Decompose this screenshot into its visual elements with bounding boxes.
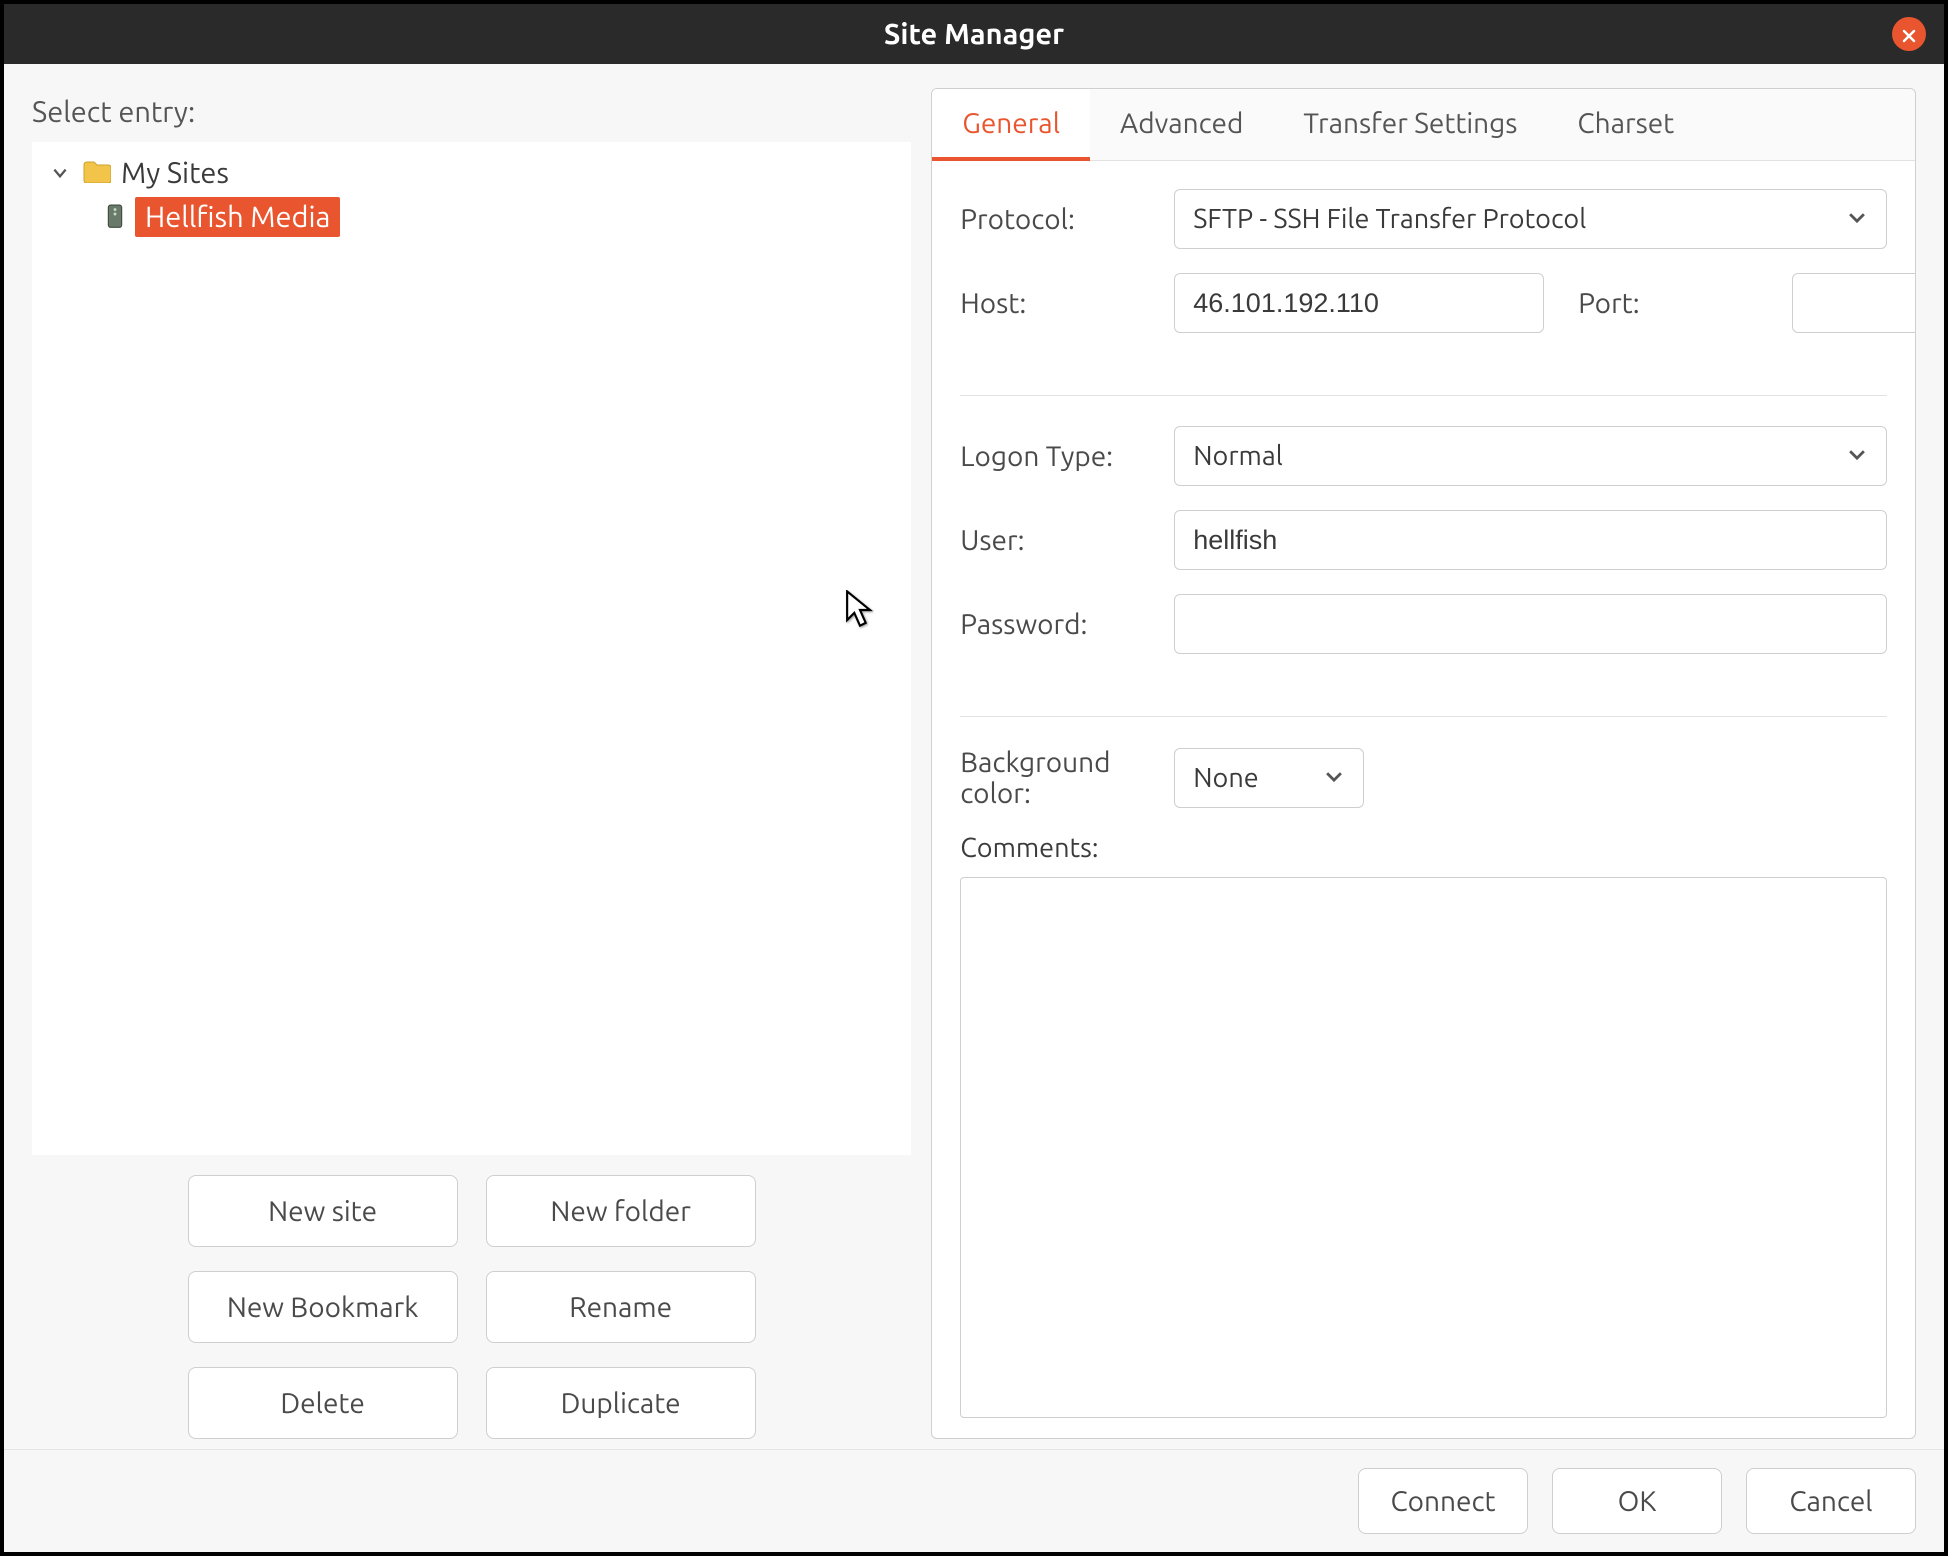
entry-buttons: New site New folder New Bookmark Rename … (32, 1175, 911, 1439)
tree-root-my-sites[interactable]: My Sites (39, 153, 904, 193)
tab-charset[interactable]: Charset (1547, 89, 1704, 161)
tab-transfer-settings[interactable]: Transfer Settings (1273, 89, 1547, 161)
host-port-row: Host: Port: (960, 273, 1887, 333)
tab-general[interactable]: General (932, 89, 1090, 161)
new-bookmark-button[interactable]: New Bookmark (188, 1271, 458, 1343)
site-tree[interactable]: My Sites Hellfish Media (32, 142, 911, 1155)
tree-item-label: Hellfish Media (135, 197, 340, 237)
comments-textarea[interactable] (960, 877, 1887, 1418)
user-row: User: (960, 510, 1887, 570)
user-input[interactable] (1174, 510, 1887, 570)
comments-label: Comments: (960, 833, 1887, 863)
port-input[interactable] (1792, 273, 1916, 333)
protocol-value: SFTP - SSH File Transfer Protocol (1193, 204, 1586, 234)
content: Select entry: My Sites Hellfish Media (4, 64, 1944, 1449)
chevron-down-icon (1846, 204, 1868, 234)
tabs: General Advanced Transfer Settings Chars… (932, 89, 1915, 161)
password-row: Password: (960, 594, 1887, 654)
cancel-button[interactable]: Cancel (1746, 1468, 1916, 1534)
divider-2 (960, 716, 1887, 717)
password-input[interactable] (1174, 594, 1887, 654)
chevron-down-icon (1846, 441, 1868, 471)
background-color-row: Background color: None (960, 747, 1887, 809)
background-color-value: None (1193, 763, 1258, 793)
new-folder-button[interactable]: New folder (486, 1175, 756, 1247)
delete-button[interactable]: Delete (188, 1367, 458, 1439)
dialog-footer: Connect OK Cancel (4, 1449, 1944, 1552)
comments-block: Comments: (960, 833, 1887, 1418)
host-label: Host: (960, 288, 1150, 319)
chevron-down-icon (1323, 763, 1345, 793)
port-label: Port: (1578, 288, 1768, 319)
logon-type-value: Normal (1193, 441, 1283, 471)
duplicate-button[interactable]: Duplicate (486, 1367, 756, 1439)
protocol-label: Protocol: (960, 204, 1150, 235)
select-entry-label: Select entry: (32, 96, 911, 128)
site-manager-window: Site Manager Select entry: My Sites (0, 0, 1948, 1556)
protocol-select[interactable]: SFTP - SSH File Transfer Protocol (1174, 189, 1887, 249)
ok-button[interactable]: OK (1552, 1468, 1722, 1534)
tab-advanced[interactable]: Advanced (1090, 89, 1273, 161)
logon-type-label: Logon Type: (960, 441, 1150, 472)
protocol-row: Protocol: SFTP - SSH File Transfer Proto… (960, 189, 1887, 249)
background-color-select[interactable]: None (1174, 748, 1364, 808)
folder-icon (83, 157, 111, 189)
tab-body-general: Protocol: SFTP - SSH File Transfer Proto… (932, 161, 1915, 1438)
chevron-down-icon (47, 164, 73, 182)
close-icon (1901, 18, 1917, 50)
background-color-label: Background color: (960, 747, 1150, 809)
host-input[interactable] (1174, 273, 1544, 333)
rename-button[interactable]: Rename (486, 1271, 756, 1343)
logon-type-row: Logon Type: Normal (960, 426, 1887, 486)
server-icon (105, 204, 125, 230)
user-label: User: (960, 525, 1150, 556)
entry-panel: Select entry: My Sites Hellfish Media (32, 88, 911, 1439)
password-label: Password: (960, 609, 1150, 640)
details-panel: General Advanced Transfer Settings Chars… (931, 88, 1916, 1439)
logon-type-select[interactable]: Normal (1174, 426, 1887, 486)
window-close-button[interactable] (1892, 17, 1926, 51)
new-site-button[interactable]: New site (188, 1175, 458, 1247)
divider-1 (960, 395, 1887, 396)
connect-button[interactable]: Connect (1358, 1468, 1528, 1534)
titlebar: Site Manager (4, 4, 1944, 64)
tree-item-hellfish-media[interactable]: Hellfish Media (39, 193, 904, 241)
window-title: Site Manager (884, 18, 1064, 50)
tree-root-label: My Sites (121, 157, 229, 189)
